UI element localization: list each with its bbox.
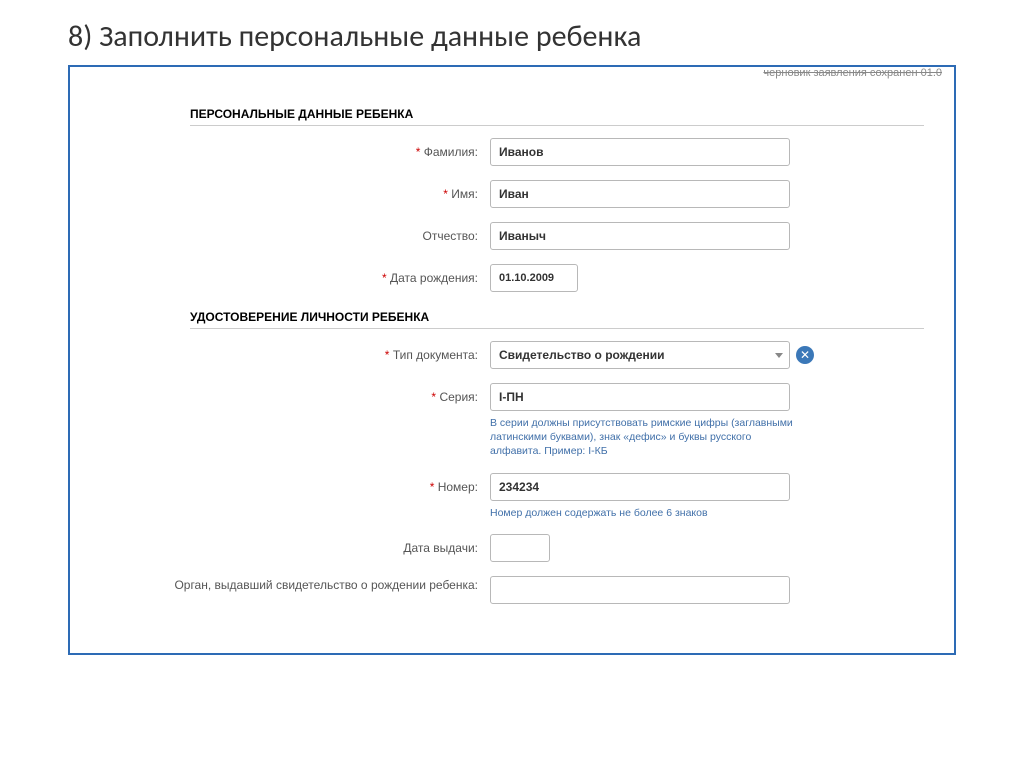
row-firstname: * Имя: <box>100 180 924 208</box>
required-marker: * <box>416 145 421 159</box>
section-header-personal: ПЕРСОНАЛЬНЫЕ ДАННЫЕ РЕБЕНКА <box>190 103 924 126</box>
row-birthdate: * Дата рождения: <box>100 264 924 292</box>
required-marker: * <box>443 187 448 201</box>
label-text: Отчество: <box>423 229 479 243</box>
label-birthdate: * Дата рождения: <box>100 264 490 285</box>
input-surname[interactable] <box>490 138 790 166</box>
input-firstname[interactable] <box>490 180 790 208</box>
close-icon: ✕ <box>800 349 810 361</box>
label-surname: * Фамилия: <box>100 138 490 159</box>
row-patronymic: Отчество: <box>100 222 924 250</box>
required-marker: * <box>385 348 390 362</box>
label-number: * Номер: <box>100 473 490 494</box>
chevron-down-icon <box>775 353 783 358</box>
required-marker: * <box>431 390 436 404</box>
label-issuedate: Дата выдачи: <box>100 534 490 555</box>
label-firstname: * Имя: <box>100 180 490 201</box>
section-header-identity: УДОСТОВЕРЕНИЕ ЛИЧНОСТИ РЕБЕНКА <box>190 306 924 329</box>
input-issuedate[interactable] <box>490 534 550 562</box>
select-doctype[interactable]: Свидетельство о рождении <box>490 341 790 369</box>
input-number[interactable] <box>490 473 790 501</box>
label-text: Фамилия: <box>424 145 478 159</box>
row-series: * Серия: В серии должны присутствовать р… <box>100 383 924 459</box>
label-text: Дата рождения: <box>390 271 478 285</box>
label-text: Орган, выдавший свидетельство о рождении… <box>174 578 478 592</box>
row-number: * Номер: Номер должен содержать не более… <box>100 473 924 520</box>
clear-doctype-button[interactable]: ✕ <box>796 346 814 364</box>
slide-title: 8) Заполнить персональные данные ребенка <box>0 0 1024 65</box>
label-issuer: Орган, выдавший свидетельство о рождении… <box>100 576 490 592</box>
label-text: Имя: <box>451 187 478 201</box>
row-surname: * Фамилия: <box>100 138 924 166</box>
label-text: Серия: <box>439 390 478 404</box>
input-birthdate[interactable] <box>490 264 578 292</box>
input-series[interactable] <box>490 383 790 411</box>
form-container: ПЕРСОНАЛЬНЫЕ ДАННЫЕ РЕБЕНКА * Фамилия: *… <box>70 67 954 604</box>
hint-number: Номер должен содержать не более 6 знаков <box>490 506 800 520</box>
hint-series: В серии должны присутствовать римские ци… <box>490 416 800 459</box>
required-marker: * <box>382 271 387 285</box>
label-text: Тип документа: <box>393 348 478 362</box>
label-text: Дата выдачи: <box>403 541 478 555</box>
required-marker: * <box>430 480 435 494</box>
label-patronymic: Отчество: <box>100 222 490 243</box>
row-issuer: Орган, выдавший свидетельство о рождении… <box>100 576 924 604</box>
label-series: * Серия: <box>100 383 490 404</box>
draft-saved-notice: черновик заявления сохранен 01.0 <box>763 67 942 79</box>
row-doctype: * Тип документа: Свидетельство о рождени… <box>100 341 924 369</box>
input-issuer[interactable] <box>490 576 790 604</box>
label-text: Номер: <box>438 480 478 494</box>
label-doctype: * Тип документа: <box>100 341 490 362</box>
row-issuedate: Дата выдачи: <box>100 534 924 562</box>
select-doctype-value: Свидетельство о рождении <box>499 348 665 362</box>
input-patronymic[interactable] <box>490 222 790 250</box>
form-frame: черновик заявления сохранен 01.0 ПЕРСОНА… <box>68 65 956 655</box>
